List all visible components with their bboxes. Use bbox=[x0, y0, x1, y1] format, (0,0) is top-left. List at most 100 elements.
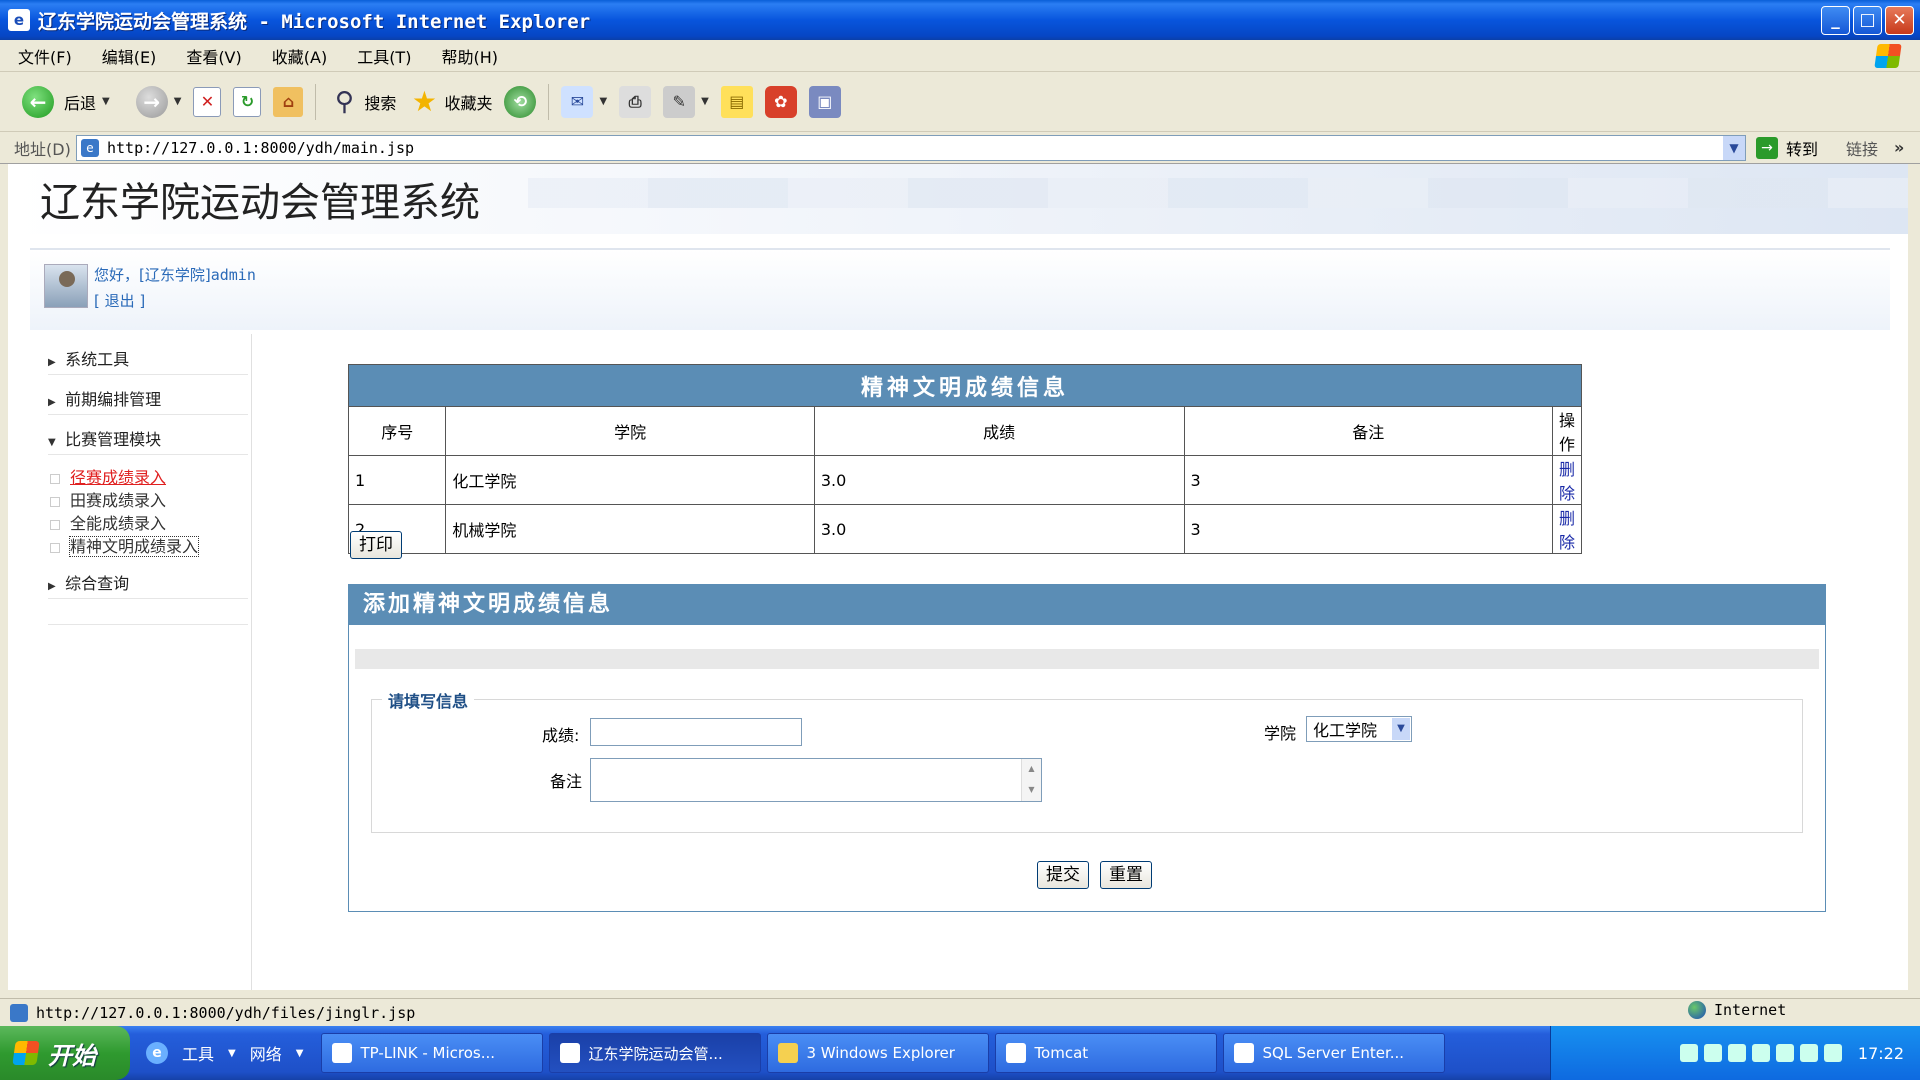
mail-dropdown-icon[interactable]: ▼ bbox=[599, 96, 607, 107]
window-title: 辽东学院运动会管理系统 - Microsoft Internet Explore… bbox=[38, 10, 591, 33]
reset-button[interactable]: 重置 bbox=[1100, 861, 1152, 889]
media-button[interactable]: ▣ bbox=[803, 80, 847, 124]
taskbar-item-sqlserver[interactable]: SQL Server Enter... bbox=[1223, 1033, 1446, 1073]
sidebar-section-query[interactable]: ▶ 综合查询 bbox=[48, 570, 129, 594]
toolbar-network[interactable]: 网络 bbox=[250, 1041, 282, 1065]
sidebar-section-competition[interactable]: ▼ 比赛管理模块 bbox=[48, 426, 161, 450]
messenger-button[interactable]: ✿ bbox=[759, 80, 803, 124]
mail-icon: ✉ bbox=[561, 85, 594, 118]
sidebar-section-label: 比赛管理模块 bbox=[65, 430, 162, 449]
sidebar-item-track-score[interactable]: 径赛成绩录入 bbox=[50, 464, 166, 488]
edit-dropdown-icon[interactable]: ▼ bbox=[701, 96, 709, 107]
forward-button[interactable]: → ▼ bbox=[130, 80, 188, 124]
printer-icon: ⎙ bbox=[619, 85, 652, 118]
taskbar-item-tomcat[interactable]: Tomcat bbox=[995, 1033, 1218, 1073]
print-page-button[interactable]: 打印 bbox=[350, 531, 402, 559]
edit-button[interactable]: ✎ ▼ bbox=[657, 80, 715, 124]
chevron-right-icon: ▶ bbox=[48, 581, 56, 592]
scroll-down-icon[interactable]: ▼ bbox=[1022, 780, 1041, 801]
edit-icon: ✎ bbox=[663, 85, 696, 118]
home-icon: ⌂ bbox=[273, 86, 304, 117]
delete-link[interactable]: 删除 bbox=[1559, 460, 1575, 503]
address-input[interactable]: e http://127.0.0.1:8000/ydh/main.jsp ▼ bbox=[76, 134, 1746, 161]
status-bar: http://127.0.0.1:8000/ydh/files/jinglr.j… bbox=[0, 998, 1920, 1026]
stop-button[interactable]: ✕ bbox=[187, 80, 227, 124]
forward-dropdown-icon[interactable]: ▼ bbox=[174, 96, 182, 107]
print-button[interactable]: ⎙ bbox=[613, 80, 657, 124]
folder-icon bbox=[778, 1043, 799, 1063]
search-button[interactable]: ⚲ 搜索 bbox=[322, 80, 402, 124]
volume-icon[interactable] bbox=[1727, 1044, 1746, 1062]
wireless-icon[interactable] bbox=[1823, 1044, 1842, 1062]
chevron-down-icon[interactable]: ▼ bbox=[1723, 135, 1745, 160]
history-icon: ⟲ bbox=[504, 85, 537, 118]
divider bbox=[48, 454, 248, 455]
mail-button[interactable]: ✉ ▼ bbox=[555, 80, 613, 124]
toolbar-separator bbox=[315, 83, 317, 120]
sidebar-section-label: 系统工具 bbox=[65, 350, 130, 369]
menu-file[interactable]: 文件(F) bbox=[6, 44, 84, 68]
refresh-icon: ↻ bbox=[233, 86, 262, 117]
menu-edit[interactable]: 编辑(E) bbox=[90, 44, 169, 68]
globe-icon bbox=[1688, 1001, 1706, 1019]
divider bbox=[48, 598, 248, 599]
network-icon[interactable] bbox=[1703, 1044, 1722, 1062]
star-icon: ★ bbox=[411, 84, 437, 118]
taskbar-item-explorer[interactable]: 3 Windows Explorer bbox=[767, 1033, 990, 1073]
sidebar-item-civility-score[interactable]: 精神文明成绩录入 bbox=[50, 533, 200, 557]
sidebar-section-system-tools[interactable]: ▶ 系统工具 bbox=[48, 346, 129, 370]
back-label: 后退 bbox=[64, 93, 97, 113]
back-button[interactable]: ← 后退 ▼ bbox=[16, 80, 116, 124]
sidebar-item-allround-score[interactable]: 全能成绩录入 bbox=[50, 510, 166, 534]
start-button[interactable]: 开始 bbox=[0, 1026, 130, 1080]
taskbar-item-sports-system[interactable]: 辽东学院运动会管... bbox=[549, 1033, 762, 1073]
minimize-button[interactable]: _ bbox=[1821, 6, 1850, 35]
note-textarea[interactable]: ▲ ▼ bbox=[590, 758, 1042, 802]
chevron-down-icon[interactable]: ▼ bbox=[1392, 718, 1410, 740]
chevron-down-icon: ▼ bbox=[48, 437, 56, 448]
submit-button[interactable]: 提交 bbox=[1037, 861, 1089, 889]
ie-icon[interactable]: e bbox=[146, 1042, 168, 1064]
delete-link[interactable]: 删除 bbox=[1559, 509, 1575, 552]
refresh-button[interactable]: ↻ bbox=[227, 80, 267, 124]
notes-button[interactable]: ▤ bbox=[715, 80, 759, 124]
page-icon bbox=[10, 1003, 28, 1022]
cell-score: 3.0 bbox=[813, 455, 1185, 505]
go-button[interactable]: → 转到 bbox=[1756, 136, 1818, 160]
close-button[interactable]: ✕ bbox=[1885, 6, 1914, 35]
keyboard-icon[interactable] bbox=[1679, 1044, 1698, 1062]
menu-bar: 文件(F) 编辑(E) 查看(V) 收藏(A) 工具(T) 帮助(H) bbox=[0, 40, 1920, 72]
cell-score: 3.0 bbox=[813, 504, 1185, 554]
favorites-button[interactable]: ★ 收藏夹 bbox=[402, 80, 498, 124]
address-bar: 地址(D) e http://127.0.0.1:8000/ydh/main.j… bbox=[0, 132, 1920, 164]
security-shield-icon[interactable] bbox=[1799, 1044, 1818, 1062]
chevron-right-icon[interactable]: » bbox=[1894, 138, 1904, 157]
menu-view[interactable]: 查看(V) bbox=[174, 44, 253, 68]
task-label: SQL Server Enter... bbox=[1262, 1044, 1405, 1062]
back-dropdown-icon[interactable]: ▼ bbox=[102, 96, 110, 107]
chevron-down-icon[interactable]: ▼ bbox=[228, 1048, 236, 1059]
sidebar-item-field-score[interactable]: 田赛成绩录入 bbox=[50, 487, 166, 511]
links-button[interactable]: 链接 bbox=[1846, 136, 1878, 160]
menu-tools[interactable]: 工具(T) bbox=[345, 44, 423, 68]
sidebar-section-pre-arrangement[interactable]: ▶ 前期编排管理 bbox=[48, 386, 161, 410]
home-button[interactable]: ⌂ bbox=[267, 80, 309, 124]
menu-help[interactable]: 帮助(H) bbox=[429, 44, 510, 68]
add-panel-title: 添加精神文明成绩信息 bbox=[349, 585, 1825, 625]
qq-icon[interactable] bbox=[1775, 1044, 1794, 1062]
logout-link[interactable]: [ 退出 ] bbox=[94, 290, 145, 311]
messenger-tray-icon[interactable] bbox=[1751, 1044, 1770, 1062]
scroll-up-icon[interactable]: ▲ bbox=[1022, 759, 1041, 780]
college-select[interactable]: 化工学院 ▼ bbox=[1306, 716, 1412, 742]
taskbar-item-tplink[interactable]: TP-LINK - Micros... bbox=[321, 1033, 544, 1073]
table-row: 1 化工学院 3.0 3 删除 bbox=[347, 455, 1583, 505]
textarea-scrollbar[interactable]: ▲ ▼ bbox=[1021, 759, 1041, 801]
menu-favorites[interactable]: 收藏(A) bbox=[260, 44, 339, 68]
toolbar-tools[interactable]: 工具 bbox=[182, 1041, 214, 1065]
maximize-button[interactable]: □ bbox=[1853, 6, 1882, 35]
chevron-down-icon[interactable]: ▼ bbox=[296, 1048, 304, 1059]
cell-note: 3 bbox=[1183, 455, 1553, 505]
score-input[interactable] bbox=[590, 718, 802, 746]
address-url[interactable]: http://127.0.0.1:8000/ydh/main.jsp bbox=[107, 139, 414, 157]
history-button[interactable]: ⟲ bbox=[498, 80, 542, 124]
